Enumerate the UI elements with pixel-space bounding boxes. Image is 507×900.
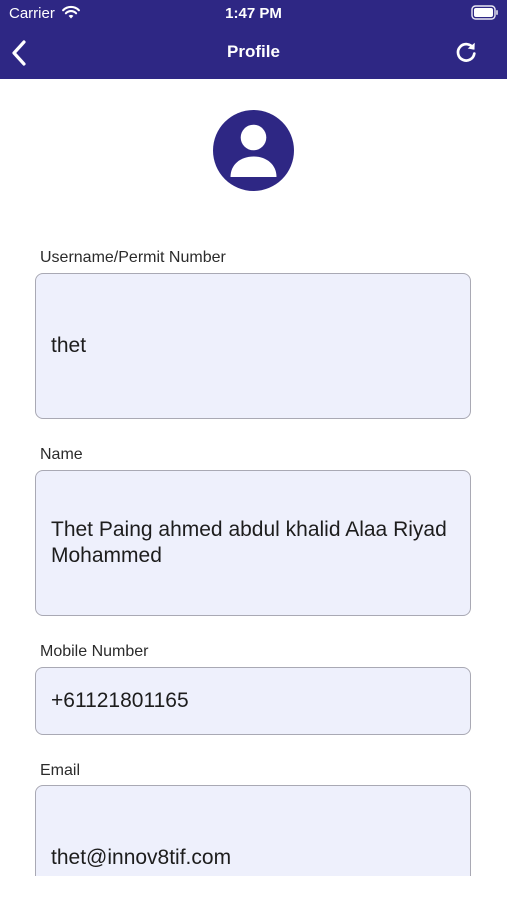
battery-icon <box>471 5 498 20</box>
navigation-bar: Profile <box>0 28 507 79</box>
page-title: Profile <box>227 42 280 61</box>
mobile-number-label: Mobile Number <box>40 643 149 660</box>
name-label: Name <box>40 446 83 463</box>
header-bar: Carrier 1:47 PM Profile <box>0 0 507 79</box>
username-field[interactable]: thet <box>35 273 471 419</box>
profile-content[interactable]: Username/Permit Number thet Name Thet Pa… <box>0 79 507 876</box>
bottom-safe-area <box>0 876 507 900</box>
user-avatar-icon <box>213 110 294 191</box>
username-label: Username/Permit Number <box>40 249 226 266</box>
mobile-number-field[interactable]: +61121801165 <box>35 667 471 735</box>
profile-screen: Carrier 1:47 PM Profile Username/Permit … <box>0 0 507 900</box>
status-bar: Carrier 1:47 PM <box>0 0 507 28</box>
email-field[interactable]: thet@innov8tif.com <box>35 785 471 876</box>
name-field[interactable]: Thet Paing ahmed abdul khalid Alaa Riyad… <box>35 470 471 616</box>
status-time: 1:47 PM <box>225 5 282 22</box>
email-label: Email <box>40 762 81 779</box>
refresh-icon[interactable] <box>454 40 478 64</box>
